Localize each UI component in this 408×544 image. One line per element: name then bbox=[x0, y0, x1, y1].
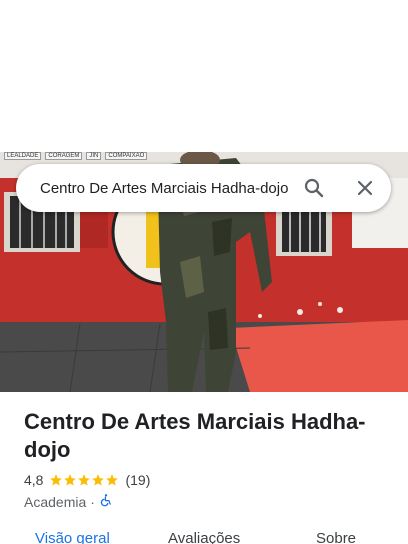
star-icon bbox=[92, 474, 105, 486]
close-icon[interactable] bbox=[353, 176, 377, 200]
tab-overview[interactable]: Visão geral bbox=[35, 530, 110, 544]
star-icon bbox=[64, 474, 77, 486]
search-icon[interactable] bbox=[302, 176, 326, 200]
category-row: Academia · bbox=[24, 493, 113, 510]
wall-sign: COMPAIXÃO bbox=[105, 152, 148, 160]
star-icon bbox=[78, 474, 91, 486]
star-icon bbox=[106, 474, 119, 486]
star-icon bbox=[50, 474, 63, 486]
place-category: Academia bbox=[24, 493, 87, 510]
tab-about[interactable]: Sobre bbox=[316, 530, 356, 544]
separator-dot: · bbox=[90, 493, 95, 510]
star-rating bbox=[49, 473, 119, 487]
rating-value: 4,8 bbox=[24, 472, 44, 488]
wheelchair-icon[interactable] bbox=[99, 493, 113, 510]
place-info-panel: Centro De Artes Marciais Hadha-dojo 4,8 … bbox=[0, 392, 408, 544]
tab-bar: Visão geral Avaliações Sobre bbox=[0, 530, 408, 544]
tab-reviews[interactable]: Avaliações bbox=[168, 530, 240, 544]
wall-sign: JIN bbox=[86, 152, 102, 160]
place-title: Centro De Artes Marciais Hadha-dojo bbox=[24, 409, 366, 462]
map-area-blank bbox=[0, 0, 408, 152]
search-input[interactable]: Centro De Artes Marciais Hadha-dojo bbox=[40, 180, 288, 197]
search-bar[interactable]: Centro De Artes Marciais Hadha-dojo bbox=[16, 164, 391, 212]
wall-sign: LEALDADE bbox=[4, 152, 42, 160]
rating-row[interactable]: 4,8 (19) bbox=[24, 472, 150, 488]
review-count[interactable]: (19) bbox=[125, 472, 150, 488]
wall-sign: CORAGEM bbox=[45, 152, 83, 160]
